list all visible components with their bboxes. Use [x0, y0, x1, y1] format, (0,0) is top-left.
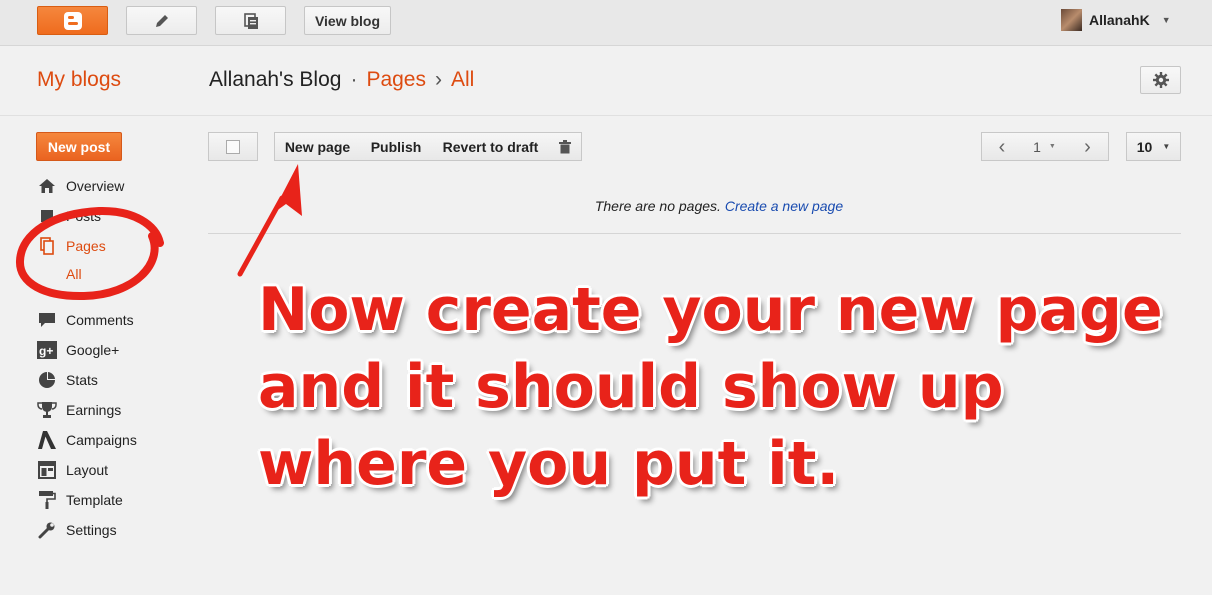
pages-copy-icon — [243, 12, 258, 29]
blogger-logo-icon — [63, 11, 82, 30]
page-select[interactable]: 1 ▼ — [1022, 132, 1068, 161]
top-bar: View blog AllanahK ▼ — [0, 0, 1212, 46]
delete-button[interactable] — [549, 132, 582, 161]
chevron-right-icon: › — [1084, 135, 1091, 158]
no-pages-message: There are no pages. — [594, 198, 721, 214]
my-blogs-link[interactable]: My blogs — [37, 68, 121, 92]
wrench-icon — [37, 521, 57, 539]
breadcrumb-pages[interactable]: Pages — [366, 68, 426, 91]
revert-to-draft-button[interactable]: Revert to draft — [432, 132, 550, 161]
breadcrumb-arrow: › — [434, 68, 442, 91]
user-menu[interactable]: AllanahK ▼ — [1061, 9, 1171, 31]
sidebar-item-campaigns[interactable]: Campaigns — [37, 429, 137, 451]
breadcrumb-dot: · — [350, 68, 358, 91]
sidebar-item-google-plus[interactable]: g+ Google+ — [37, 339, 119, 361]
sidebar-item-comments[interactable]: Comments — [37, 309, 134, 331]
sidebar-item-label: Overview — [66, 178, 125, 194]
sidebar-item-label: Layout — [66, 462, 109, 478]
username-label: AllanahK — [1089, 12, 1150, 28]
chevron-down-icon: ▼ — [1162, 142, 1171, 151]
publish-button[interactable]: Publish — [360, 132, 433, 161]
svg-text:g+: g+ — [39, 344, 53, 358]
empty-state: There are no pages. Create a new page — [0, 198, 1212, 214]
next-page-button[interactable]: › — [1067, 132, 1109, 161]
comments-icon — [37, 311, 57, 329]
select-all-checkbox[interactable] — [226, 139, 240, 154]
avatar — [1061, 9, 1082, 31]
sidebar-item-label: Template — [66, 492, 123, 508]
red-circle-annotation — [16, 206, 164, 301]
header — [0, 46, 1212, 116]
create-new-page-link[interactable]: Create a new page — [725, 198, 843, 214]
new-page-button[interactable]: New page — [274, 132, 361, 161]
per-page-select[interactable]: 10 ▼ — [1126, 132, 1181, 161]
home-icon — [37, 177, 57, 195]
edit-post-button[interactable] — [126, 6, 197, 35]
per-page-value: 10 — [1136, 138, 1153, 155]
new-post-button[interactable]: New post — [36, 132, 122, 161]
sidebar-item-layout[interactable]: Layout — [37, 459, 108, 481]
divider — [208, 233, 1181, 234]
annotation-text: Now create your new page and it should s… — [258, 275, 1163, 499]
trophy-icon — [37, 401, 57, 419]
chevron-down-icon: ▼ — [1161, 15, 1171, 25]
breadcrumb-all[interactable]: All — [451, 68, 474, 91]
view-blog-button[interactable]: View blog — [304, 6, 391, 35]
settings-gear-button[interactable] — [1140, 66, 1181, 94]
sidebar-item-label: Comments — [66, 312, 134, 328]
sidebar-item-label: Settings — [66, 522, 117, 538]
prev-page-button[interactable]: ‹ — [981, 132, 1023, 161]
sidebar-item-label: Stats — [66, 372, 98, 388]
google-plus-icon: g+ — [37, 341, 57, 359]
sidebar-item-label: Campaigns — [66, 432, 137, 448]
sidebar-item-label: Google+ — [66, 342, 120, 358]
page-number: 1 — [1033, 138, 1041, 155]
red-arrow-annotation — [237, 164, 302, 277]
breadcrumb-blog-name[interactable]: Allanah's Blog — [209, 68, 341, 91]
gear-icon — [1152, 72, 1169, 88]
trash-icon — [559, 139, 571, 153]
blogger-logo-button[interactable] — [37, 6, 108, 35]
sidebar-item-template[interactable]: Template — [37, 489, 123, 511]
select-all-button[interactable] — [208, 132, 258, 161]
sidebar-item-overview[interactable]: Overview — [37, 175, 124, 197]
view-pages-button[interactable] — [215, 6, 286, 35]
layout-icon — [37, 461, 57, 479]
chevron-down-icon: ▼ — [1048, 143, 1056, 150]
pencil-icon — [155, 14, 168, 27]
sidebar-item-earnings[interactable]: Earnings — [37, 399, 121, 421]
stats-icon — [37, 371, 57, 389]
paint-roller-icon — [37, 491, 57, 509]
sidebar-item-settings[interactable]: Settings — [37, 519, 117, 541]
breadcrumb: Allanah's Blog · Pages › All — [209, 68, 474, 92]
adwords-icon — [37, 431, 57, 449]
sidebar-item-label: Earnings — [66, 402, 122, 418]
chevron-left-icon: ‹ — [998, 135, 1006, 158]
sidebar-item-stats[interactable]: Stats — [37, 369, 98, 391]
